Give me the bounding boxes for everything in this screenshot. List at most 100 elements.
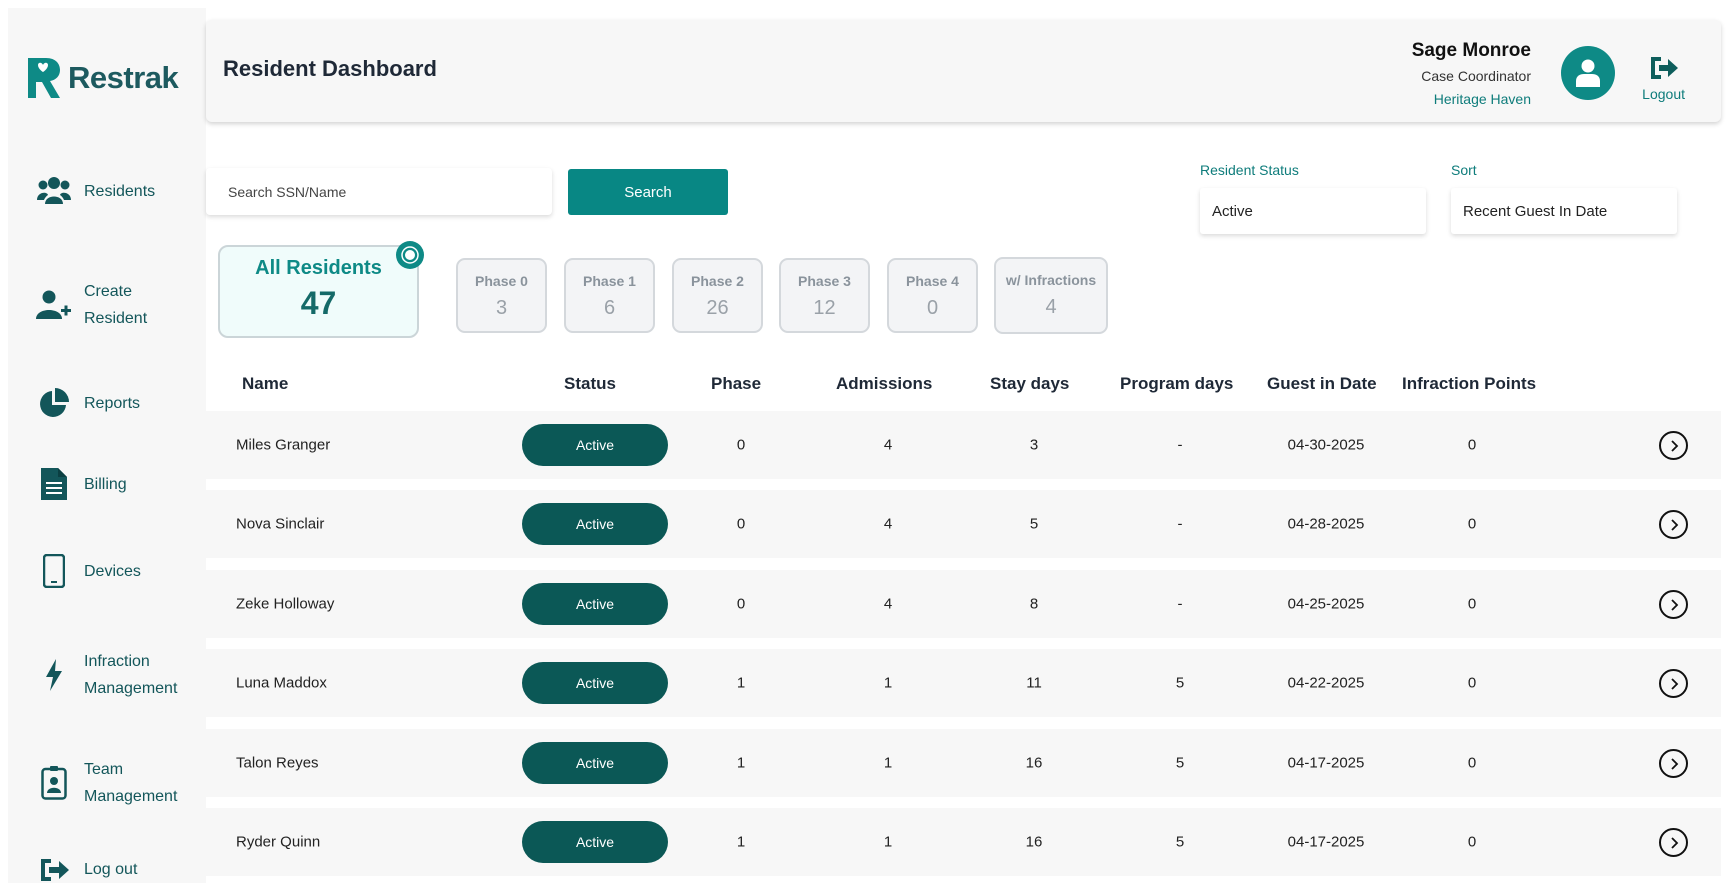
sidebar-item-billing[interactable]: Billing bbox=[36, 468, 127, 500]
sidebar-label: Log out bbox=[84, 861, 138, 878]
status-badge[interactable]: Active bbox=[522, 662, 668, 704]
phase-cell: 0 bbox=[736, 436, 746, 454]
sidebar-label: Devices bbox=[84, 562, 141, 580]
program-days-cell: - bbox=[1177, 436, 1183, 454]
logout-label: Logout bbox=[1642, 86, 1685, 102]
status-badge[interactable]: Active bbox=[522, 503, 668, 545]
infractions-card[interactable]: w/ Infractions 4 bbox=[994, 257, 1108, 334]
user-icon bbox=[1576, 59, 1600, 87]
table-row[interactable]: Miles Granger Active 0 4 3 - 04-30-2025 … bbox=[206, 411, 1721, 479]
column-header-program-days[interactable]: Program days bbox=[1120, 374, 1233, 394]
logout-button[interactable]: Logout bbox=[1642, 56, 1685, 102]
guest-in-date-cell: 04-30-2025 bbox=[1287, 436, 1365, 454]
stay-days-cell: 8 bbox=[1029, 595, 1039, 613]
program-days-cell: 5 bbox=[1175, 833, 1185, 851]
all-residents-card[interactable]: All Residents 47 bbox=[218, 245, 419, 338]
status-badge[interactable]: Active bbox=[522, 583, 668, 625]
table-row[interactable]: Zeke Holloway Active 0 4 8 - 04-25-2025 … bbox=[206, 570, 1721, 638]
sidebar-item-infraction-management[interactable]: Infraction Management bbox=[36, 648, 177, 702]
sidebar-item-reports[interactable]: Reports bbox=[36, 388, 140, 418]
column-header-guest-in-date[interactable]: Guest in Date bbox=[1267, 374, 1377, 394]
chevron-right-icon bbox=[1670, 518, 1678, 531]
chevron-right-icon bbox=[1670, 598, 1678, 611]
search-input[interactable] bbox=[206, 168, 552, 215]
sort-select[interactable]: Recent Guest In Date bbox=[1451, 188, 1677, 234]
user-org[interactable]: Heritage Haven bbox=[1412, 91, 1531, 107]
phase-0-card[interactable]: Phase 0 3 bbox=[456, 258, 547, 333]
all-residents-count: 47 bbox=[300, 285, 337, 321]
phase-card-count: 6 bbox=[603, 297, 616, 319]
phase-4-card[interactable]: Phase 4 0 bbox=[887, 258, 978, 333]
sidebar-label: Reports bbox=[84, 394, 141, 412]
phase-3-card[interactable]: Phase 3 12 bbox=[779, 258, 870, 333]
chevron-right-icon bbox=[1670, 757, 1678, 770]
sidebar-label: Management bbox=[84, 788, 178, 805]
status-badge[interactable]: Active bbox=[522, 424, 668, 466]
view-resident-button[interactable] bbox=[1659, 590, 1688, 619]
view-resident-button[interactable] bbox=[1659, 828, 1688, 857]
phase-cell: 0 bbox=[736, 595, 746, 613]
column-header-stay-days[interactable]: Stay days bbox=[990, 374, 1069, 394]
view-resident-button[interactable] bbox=[1659, 669, 1688, 698]
stay-days-cell: 5 bbox=[1029, 515, 1039, 533]
phase-card-label: Phase 0 bbox=[475, 273, 528, 289]
phase-card-label: Phase 3 bbox=[798, 273, 851, 289]
table-row[interactable]: Talon Reyes Active 1 1 16 5 04-17-2025 0 bbox=[206, 729, 1721, 797]
brand-logo[interactable]: Restrak bbox=[24, 56, 179, 100]
phase-cell: 1 bbox=[736, 674, 746, 692]
phase-2-card[interactable]: Phase 2 26 bbox=[672, 258, 763, 333]
phase-card-count: 3 bbox=[495, 297, 508, 319]
phase-card-label: w/ Infractions bbox=[1005, 272, 1097, 288]
status-badge[interactable]: Active bbox=[522, 742, 668, 784]
view-resident-button[interactable] bbox=[1659, 510, 1688, 539]
infraction-points-cell: 0 bbox=[1467, 833, 1477, 851]
table-row[interactable]: Nova Sinclair Active 0 4 5 - 04-28-2025 … bbox=[206, 490, 1721, 558]
sort-label: Sort bbox=[1451, 162, 1477, 178]
stay-days-cell: 11 bbox=[1026, 674, 1042, 692]
selected-indicator-icon bbox=[396, 241, 424, 269]
sidebar-item-devices[interactable]: Devices bbox=[36, 554, 141, 588]
table-row[interactable]: Ryder Quinn Active 1 1 16 5 04-17-2025 0 bbox=[206, 808, 1721, 876]
phase-card-count: 4 bbox=[1045, 296, 1057, 318]
avatar[interactable] bbox=[1561, 46, 1615, 100]
stay-days-cell: 16 bbox=[1025, 754, 1043, 772]
sidebar-item-create-resident[interactable]: Create Resident bbox=[36, 278, 147, 332]
sidebar-item-residents[interactable]: Residents bbox=[36, 176, 155, 206]
resident-status-select[interactable]: Active bbox=[1200, 188, 1426, 234]
phone-icon bbox=[36, 554, 72, 588]
sidebar-item-team-management[interactable]: Team Management bbox=[36, 756, 177, 810]
program-days-cell: - bbox=[1177, 595, 1183, 613]
phase-1-card[interactable]: Phase 1 6 bbox=[564, 258, 655, 333]
search-button[interactable]: Search bbox=[568, 169, 728, 215]
user-name: Sage Monroe bbox=[1411, 40, 1531, 61]
sidebar-item-log-out[interactable]: Log out bbox=[36, 856, 137, 883]
admissions-cell: 1 bbox=[883, 833, 893, 851]
sidebar-label: Infraction bbox=[84, 653, 150, 670]
program-days-cell: - bbox=[1177, 515, 1183, 533]
infraction-points-cell: 0 bbox=[1467, 515, 1477, 533]
column-header-phase[interactable]: Phase bbox=[711, 374, 761, 394]
all-residents-label: All Residents bbox=[255, 257, 382, 279]
column-header-name[interactable]: Name bbox=[242, 374, 288, 394]
guest-in-date-cell: 04-17-2025 bbox=[1287, 833, 1365, 851]
phase-card-label: Phase 2 bbox=[691, 273, 744, 289]
status-badge[interactable]: Active bbox=[522, 821, 668, 863]
view-resident-button[interactable] bbox=[1659, 749, 1688, 778]
lightning-bolt-icon bbox=[36, 659, 72, 691]
column-header-infraction-points[interactable]: Infraction Points bbox=[1402, 374, 1536, 394]
view-resident-button[interactable] bbox=[1659, 431, 1688, 460]
users-icon bbox=[36, 176, 72, 206]
phase-card-count: 26 bbox=[706, 297, 729, 319]
table-row[interactable]: Luna Maddox Active 1 1 11 5 04-22-2025 0 bbox=[206, 649, 1721, 717]
sidebar-label: Resident bbox=[84, 310, 148, 327]
guest-in-date-cell: 04-28-2025 bbox=[1287, 515, 1365, 533]
chevron-right-icon bbox=[1670, 439, 1678, 452]
infraction-points-cell: 0 bbox=[1467, 754, 1477, 772]
column-header-status[interactable]: Status bbox=[564, 374, 616, 394]
page-title: Resident Dashboard bbox=[223, 56, 437, 81]
resident-status-label: Resident Status bbox=[1200, 162, 1299, 178]
column-header-admissions[interactable]: Admissions bbox=[836, 374, 932, 394]
admissions-cell: 4 bbox=[883, 436, 893, 454]
infraction-points-cell: 0 bbox=[1467, 674, 1477, 692]
phase-card-count: 0 bbox=[926, 297, 939, 319]
